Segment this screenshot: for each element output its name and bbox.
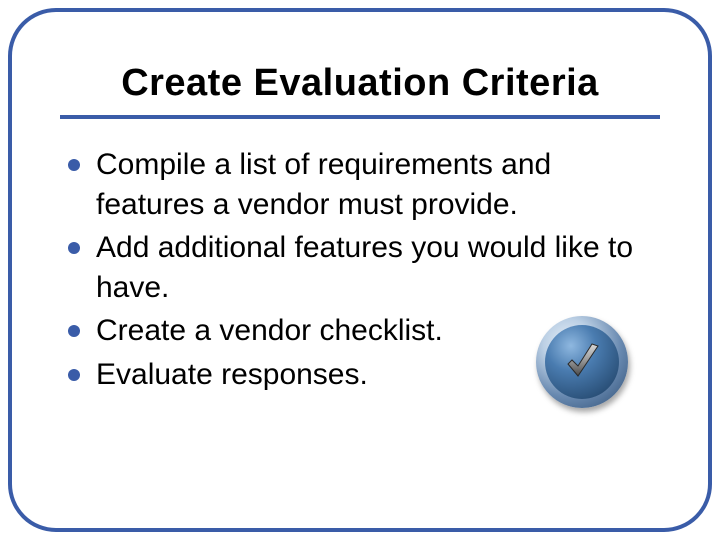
checkmark-badge-icon: [536, 316, 628, 408]
bullet-icon: [68, 325, 80, 337]
slide-frame: Create Evaluation Criteria Compile a lis…: [8, 8, 712, 532]
slide-title: Create Evaluation Criteria: [60, 62, 660, 105]
bullet-icon: [68, 369, 80, 381]
list-item: Add additional features you would like t…: [68, 228, 660, 307]
title-underline: [60, 115, 660, 119]
list-item: Compile a list of requirements and featu…: [68, 145, 660, 224]
badge-inner-circle: [545, 325, 619, 399]
bullet-text: Evaluate responses.: [96, 358, 368, 391]
checkmark-icon: [558, 338, 606, 386]
bullet-text: Add additional features you would like t…: [96, 231, 633, 304]
bullet-text: Create a vendor checklist.: [96, 314, 443, 347]
badge-outer-ring: [536, 316, 628, 408]
bullet-text: Compile a list of requirements and featu…: [96, 148, 551, 221]
bullet-icon: [68, 242, 80, 254]
bullet-icon: [68, 159, 80, 171]
